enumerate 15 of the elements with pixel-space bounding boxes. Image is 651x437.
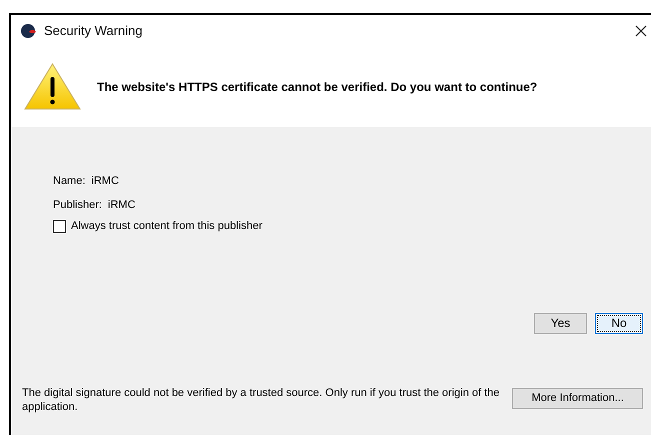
more-information-button[interactable]: More Information...	[512, 388, 643, 408]
field-label: Name:	[53, 174, 86, 189]
checkbox[interactable]	[53, 220, 66, 233]
dialog-button[interactable]: No	[595, 312, 643, 334]
field-value: iRMC	[108, 198, 136, 212]
warning-icon	[24, 63, 81, 110]
window-title: Security Warning	[44, 22, 142, 40]
field-value: iRMC	[91, 174, 119, 189]
checkbox-label[interactable]: Always trust content from this publisher	[71, 218, 262, 234]
signature-notice: The digital signature could not be verified by a trusted source. Only run if you trust the origin of the application.	[22, 386, 501, 414]
field-label: Publisher:	[53, 198, 102, 212]
close-icon[interactable]	[635, 24, 647, 36]
dialog-button[interactable]: Yes	[534, 312, 587, 334]
warning-message: The website's HTTPS certificate cannot be verified. Do you want to continue?	[97, 78, 538, 96]
app-logo-icon	[21, 22, 37, 38]
